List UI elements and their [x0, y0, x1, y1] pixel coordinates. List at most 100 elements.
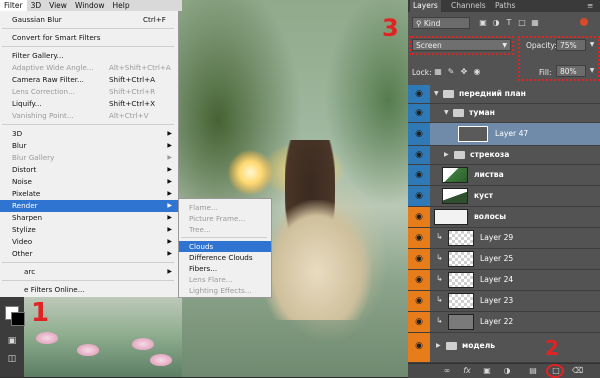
opacity-chevron-icon[interactable]: ▼ [587, 40, 597, 50]
smart-object-filter-icon[interactable]: ▦ [530, 18, 540, 28]
fx-icon[interactable]: fx [462, 366, 472, 376]
menu-item-liquify[interactable]: Liquify... Shift+Ctrl+X [0, 98, 178, 110]
menu-item-digimarc[interactable]: arc ▶ [0, 266, 178, 278]
menu-item-label: Convert for Smart Filters [12, 33, 101, 42]
visibility-toggle[interactable]: ◉ [408, 165, 430, 185]
layer-row-group-front[interactable]: ◉ ▼ передний план [408, 85, 600, 104]
submenu-arrow-icon: ▶ [167, 268, 172, 275]
tab-layers[interactable]: Layers [410, 0, 441, 12]
menu-item-filter-gallery[interactable]: Filter Gallery... [0, 50, 178, 62]
chevron-right-icon[interactable]: ▶ [444, 146, 449, 164]
layer-filter-kind-select[interactable]: ⚲ Kind [412, 17, 470, 29]
menu-window[interactable]: Window [71, 0, 109, 11]
layer-row-layer-22[interactable]: ◉ ↳ Layer 22 [408, 312, 600, 333]
fill-label: Fill: [539, 68, 552, 77]
menu-filter[interactable]: Filter [0, 0, 27, 11]
visibility-toggle[interactable]: ◉ [408, 207, 430, 227]
menu-item-gaussian-blur[interactable]: Gaussian Blur Ctrl+F [0, 14, 178, 26]
fill-input[interactable]: 80% [556, 65, 586, 77]
layer-row-layer-47[interactable]: ◉ Layer 47 [408, 123, 600, 146]
layer-row-layer-25[interactable]: ◉ ↳ Layer 25 [408, 249, 600, 270]
menu-item-render[interactable]: Render ▶ [0, 200, 178, 212]
menu-item-lens-correction[interactable]: Lens Correction... Shift+Ctrl+R [0, 86, 178, 98]
background-color-swatch[interactable] [11, 312, 25, 326]
menu-item-stylize[interactable]: Stylize ▶ [0, 224, 178, 236]
chevron-down-icon[interactable]: ▼ [444, 104, 449, 122]
shape-filter-icon[interactable]: □ [517, 18, 527, 28]
visibility-toggle[interactable]: ◉ [408, 146, 430, 164]
link-icon[interactable]: ∞ [442, 366, 452, 376]
menu-item-3d[interactable]: 3D ▶ [0, 128, 178, 140]
visibility-toggle[interactable]: ◉ [408, 228, 430, 248]
adjustment-icon[interactable]: ◑ [502, 366, 512, 376]
folder-icon[interactable]: ▤ [528, 366, 538, 376]
visibility-toggle[interactable]: ◉ [408, 85, 430, 103]
visibility-toggle[interactable]: ◉ [408, 312, 430, 332]
chevron-right-icon[interactable]: ▶ [436, 337, 441, 355]
menu-view[interactable]: View [45, 0, 71, 11]
menu-item-sharpen[interactable]: Sharpen ▶ [0, 212, 178, 224]
fill-chevron-icon[interactable]: ▼ [587, 66, 597, 76]
layer-row-layer-29[interactable]: ◉ ↳ Layer 29 [408, 228, 600, 249]
visibility-toggle[interactable]: ◉ [408, 249, 430, 269]
visibility-toggle[interactable]: ◉ [408, 270, 430, 290]
menu-item-blur-gallery[interactable]: Blur Gallery ▶ [0, 152, 178, 164]
menu-item-other[interactable]: Other ▶ [0, 248, 178, 260]
lock-position-icon[interactable]: ✥ [459, 67, 469, 77]
submenu-item-flame[interactable]: Flame... [179, 202, 271, 213]
submenu-item-picture-frame[interactable]: Picture Frame... [179, 213, 271, 224]
eye-icon: ◉ [415, 170, 423, 180]
quick-mask-icon[interactable]: ▣ [6, 336, 18, 346]
layer-row-bush[interactable]: ◉ куст [408, 186, 600, 207]
pixel-filter-icon[interactable]: ▣ [478, 18, 488, 28]
layer-row-group-fog[interactable]: ◉ ▼ туман [408, 104, 600, 123]
visibility-toggle[interactable]: ◉ [408, 123, 430, 145]
lock-all-icon[interactable]: ◉ [472, 67, 482, 77]
menu-item-distort[interactable]: Distort ▶ [0, 164, 178, 176]
menu-item-pixelate[interactable]: Pixelate ▶ [0, 188, 178, 200]
layer-row-hair[interactable]: ◉ волосы [408, 207, 600, 228]
lock-transparent-icon[interactable]: ▦ [433, 67, 443, 77]
menu-3d[interactable]: 3D [27, 0, 46, 11]
menu-help[interactable]: Help [109, 0, 134, 11]
submenu-item-clouds[interactable]: Clouds [179, 241, 271, 252]
menu-item-vanishing-point[interactable]: Vanishing Point... Alt+Ctrl+V [0, 110, 178, 122]
visibility-toggle[interactable]: ◉ [408, 104, 430, 122]
opacity-input[interactable]: 75% [556, 39, 586, 51]
menu-item-convert-smart-filters[interactable]: Convert for Smart Filters [0, 32, 178, 44]
layer-thumbnail [458, 126, 488, 142]
menu-item-video[interactable]: Video ▶ [0, 236, 178, 248]
menu-item-browse-filters-online[interactable]: e Filters Online... [0, 284, 178, 296]
tab-channels[interactable]: Channels [448, 0, 489, 12]
visibility-toggle[interactable]: ◉ [408, 333, 430, 362]
type-filter-icon[interactable]: T [504, 18, 514, 28]
menu-item-adaptive-wide-angle[interactable]: Adaptive Wide Angle... Alt+Shift+Ctrl+A [0, 62, 178, 74]
layer-row-layer-23[interactable]: ◉ ↳ Layer 23 [408, 291, 600, 312]
visibility-toggle[interactable]: ◉ [408, 291, 430, 311]
chevron-down-icon: ▼ [502, 42, 507, 49]
filter-toggle-icon[interactable] [580, 18, 588, 26]
menu-item-noise[interactable]: Noise ▶ [0, 176, 178, 188]
submenu-item-lens-flare[interactable]: Lens Flare... [179, 274, 271, 285]
visibility-toggle[interactable]: ◉ [408, 186, 430, 206]
trash-icon[interactable]: ⌫ [572, 366, 583, 376]
mask-icon[interactable]: ▣ [482, 366, 492, 376]
screen-mode-icon[interactable]: ◫ [6, 354, 18, 364]
chevron-down-icon[interactable]: ▼ [434, 85, 439, 103]
submenu-item-lighting-effects[interactable]: Lighting Effects... [179, 285, 271, 295]
adjustment-filter-icon[interactable]: ◑ [491, 18, 501, 28]
submenu-item-fibers[interactable]: Fibers... [179, 263, 271, 274]
lock-image-icon[interactable]: ✎ [446, 67, 456, 77]
menu-item-camera-raw-filter[interactable]: Camera Raw Filter... Shift+Ctrl+A [0, 74, 178, 86]
layer-row-group-dragonfly[interactable]: ◉ ▶ стрекоза [408, 146, 600, 165]
panel-menu-icon[interactable]: ≡ [584, 0, 596, 12]
menu-item-blur[interactable]: Blur ▶ [0, 140, 178, 152]
layer-row-foliage[interactable]: ◉ листва [408, 165, 600, 186]
layer-row-group-model[interactable]: ◉ ▶ модель [408, 333, 600, 363]
blend-mode-select[interactable]: Screen ▼ [412, 39, 511, 51]
layer-row-layer-24[interactable]: ◉ ↳ Layer 24 [408, 270, 600, 291]
menu-item-label: Vanishing Point... [12, 111, 74, 120]
submenu-item-tree[interactable]: Tree... [179, 224, 271, 235]
tab-paths[interactable]: Paths [492, 0, 518, 12]
submenu-item-difference-clouds[interactable]: Difference Clouds [179, 252, 271, 263]
